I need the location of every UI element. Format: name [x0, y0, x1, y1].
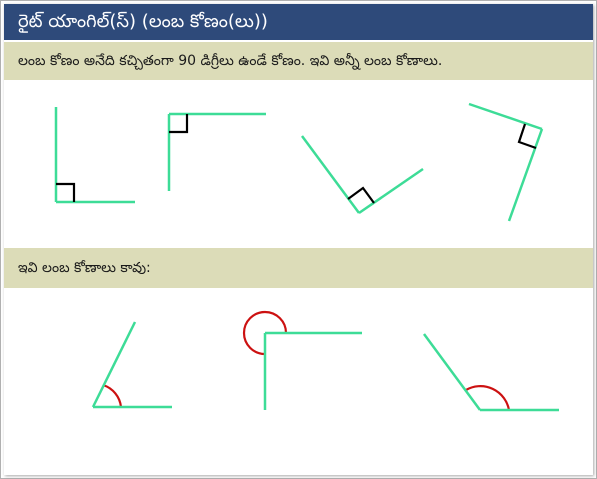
right-angle-marker: [56, 182, 76, 202]
not-right-angles-caption: ఇవి లంబ కోణాలు కావు:: [4, 248, 593, 288]
diagram-card: రైట్ యాంగిల్(స్) (లంబ కోణం(లు)) లంబ కోణం…: [4, 4, 593, 475]
right-angle-4: [468, 102, 544, 222]
angle-arm: [468, 102, 543, 131]
right-angles-caption: లంబ కోణం అనేది కచ్చితంగా 90 డిగ్రీలు ఉండ…: [4, 42, 593, 80]
right-angle-2: [167, 112, 266, 191]
angle-arc: [242, 310, 288, 356]
angle-arm: [507, 128, 544, 222]
right-angle-3: [300, 135, 424, 215]
page-title: రైట్ యాంగిల్(స్) (లంబ కోణం(లు)): [4, 4, 593, 40]
angle-arm: [300, 135, 361, 214]
non-right-angle-acute: [91, 321, 172, 409]
angle-arc: [102, 383, 123, 408]
angle-arm: [358, 167, 424, 215]
right-angle-marker: [169, 114, 189, 134]
angle-arc: [465, 385, 511, 411]
figure-frame: రైట్ యాంగిల్(స్) (లంబ కోణం(లు)) లంబ కోణం…: [0, 0, 597, 479]
right-angle-1: [54, 107, 135, 204]
non-right-angle-obtuse: [422, 333, 559, 412]
angle-arm: [91, 321, 137, 408]
right-angle-marker: [347, 186, 375, 204]
angle-arm: [422, 333, 482, 411]
right-angle-marker: [517, 123, 537, 150]
non-right-angle-reflex: [242, 310, 362, 410]
